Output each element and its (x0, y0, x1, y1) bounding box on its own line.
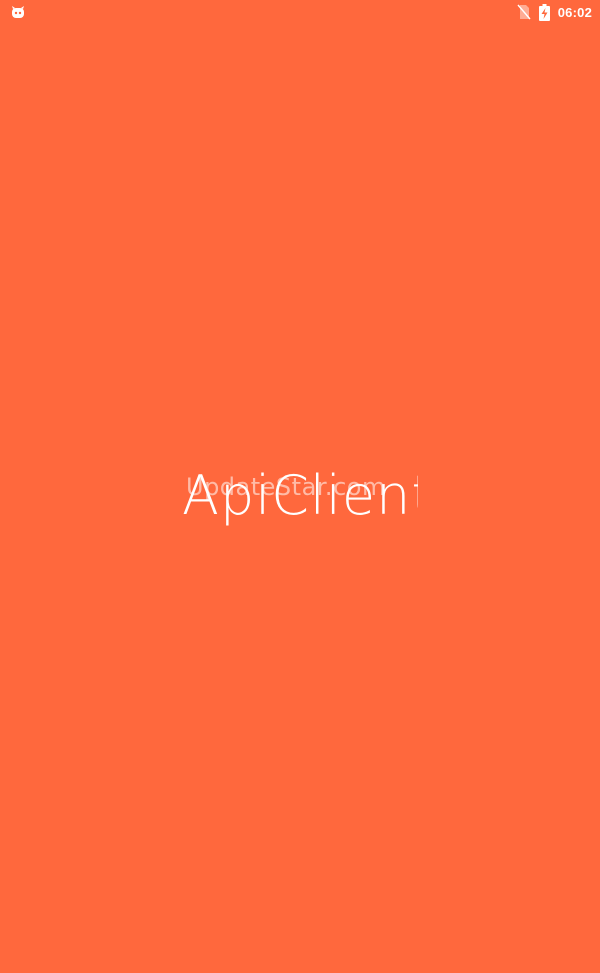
splash-screen: ApiClient UpdateStar.com (0, 0, 600, 973)
watermark-text: UpdateStar.com (186, 473, 386, 501)
